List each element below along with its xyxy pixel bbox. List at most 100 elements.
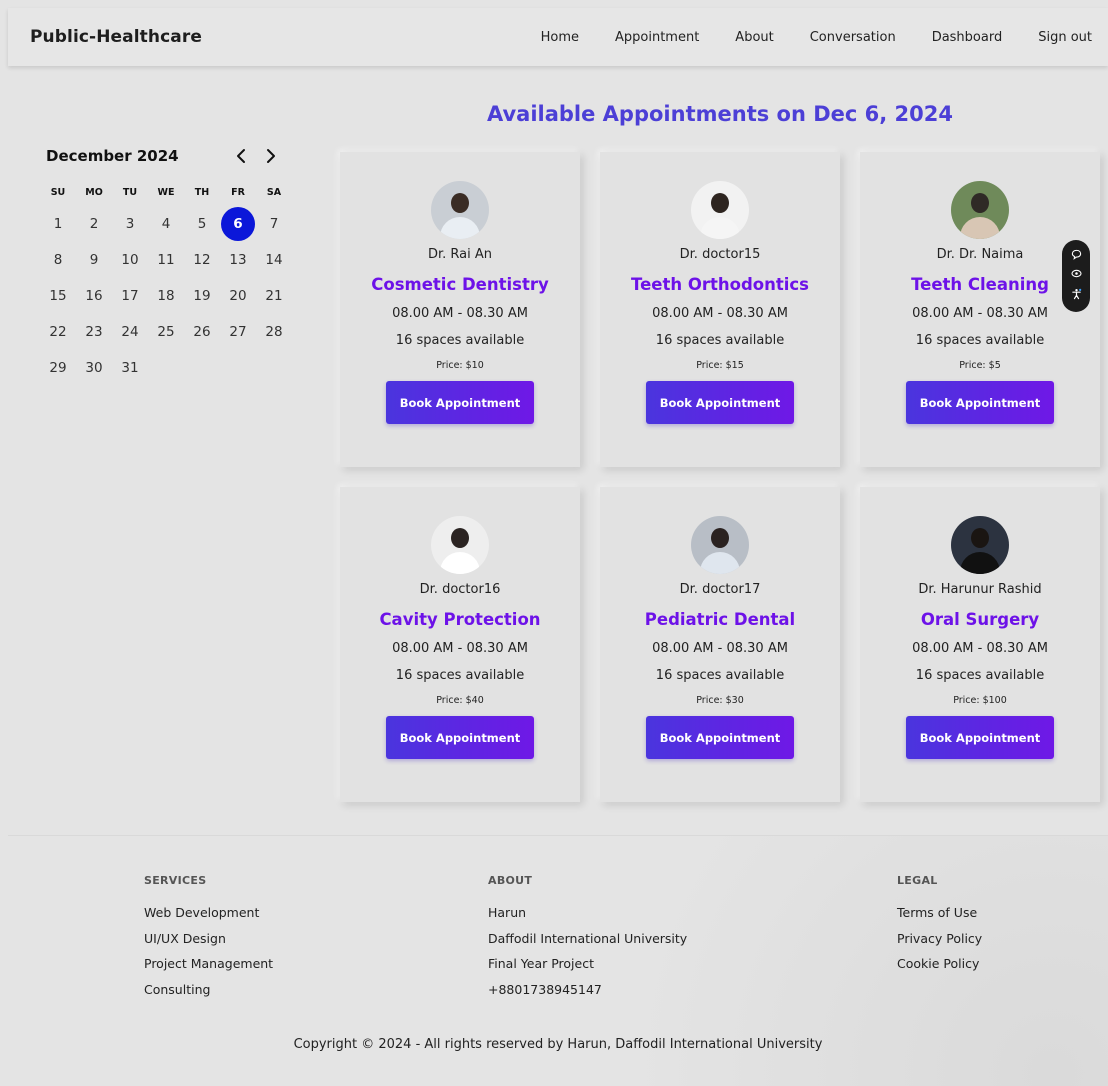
doctor-name: Dr. Rai An (427, 247, 493, 262)
calendar-day[interactable]: 31 (112, 350, 148, 386)
calendar-day-number: 4 (161, 216, 171, 232)
book-appointment-button[interactable]: Book Appointment (906, 716, 1054, 759)
calendar-month-title: December 2024 (46, 147, 179, 165)
accessibility-icon[interactable] (1071, 288, 1082, 303)
footer-link[interactable]: Privacy Policy (897, 931, 982, 957)
footer-link[interactable]: +8801738945147 (488, 982, 687, 1008)
calendar-day-number: 22 (49, 324, 67, 340)
book-appointment-button[interactable]: Book Appointment (386, 716, 534, 759)
nav-link-conversation[interactable]: Conversation (792, 30, 914, 45)
specialty-title: Cosmetic Dentistry (371, 275, 549, 294)
calendar-day-number: 29 (49, 360, 67, 376)
appointment-card: Dr. Rai An Cosmetic Dentistry 08.00 AM - 0… (340, 152, 580, 467)
footer-about: ABOUT Harun Daffodil International Unive… (488, 874, 687, 1007)
calendar-day[interactable]: 23 (76, 314, 112, 350)
footer-link[interactable]: UI/UX Design (144, 931, 273, 957)
footer-link[interactable]: Cookie Policy (897, 956, 982, 982)
appointment-card: Dr. doctor16 Cavity Protection 08.00 AM - … (340, 487, 580, 802)
calendar-day[interactable]: 14 (256, 242, 292, 278)
nav-link-about[interactable]: About (717, 30, 791, 45)
calendar-day-number: 28 (265, 324, 283, 340)
calendar-day[interactable]: 29 (40, 350, 76, 386)
calendar-day[interactable]: 3 (112, 206, 148, 242)
footer-link[interactable]: Project Management (144, 956, 273, 982)
brand-logo[interactable]: Public-Healthcare (30, 27, 202, 47)
eye-icon[interactable] (1070, 269, 1082, 281)
spaces-available: 16 spaces available (915, 333, 1045, 348)
avatar-head-shape (451, 528, 469, 548)
footer-about-heading: ABOUT (488, 874, 533, 887)
calendar-day[interactable]: 2 (76, 206, 112, 242)
calendar-day-number: 25 (157, 324, 175, 340)
calendar-day[interactable]: 6 (220, 206, 256, 242)
calendar-day[interactable]: 7 (256, 206, 292, 242)
calendar-day[interactable]: 27 (220, 314, 256, 350)
chat-icon[interactable] (1071, 249, 1082, 263)
avatar-head-shape (971, 528, 989, 548)
calendar-day[interactable]: 22 (40, 314, 76, 350)
calendar-day[interactable]: 10 (112, 242, 148, 278)
doctor-name: Dr. Harunur Rashid (918, 582, 1042, 597)
footer-link[interactable]: Consulting (144, 982, 273, 1008)
calendar-day[interactable]: 9 (76, 242, 112, 278)
calendar-day[interactable]: 15 (40, 278, 76, 314)
footer-link[interactable]: Final Year Project (488, 956, 687, 982)
weekday-label: WE (157, 186, 175, 198)
avatar-head-shape (451, 193, 469, 213)
price-label: Price: $10 (436, 360, 484, 371)
calendar-day[interactable]: 18 (148, 278, 184, 314)
calendar-day-number: 19 (193, 288, 211, 304)
navbar: Public-Healthcare Home Appointment About… (8, 8, 1108, 66)
calendar-day[interactable]: 13 (220, 242, 256, 278)
price-label: Price: $40 (436, 695, 484, 706)
chevron-right-icon[interactable] (256, 141, 286, 171)
appointment-time: 08.00 AM - 08.30 AM (392, 641, 528, 656)
calendar-day-number: 21 (265, 288, 283, 304)
appointment-card: Dr. Harunur Rashid Oral Surgery 08.00 AM -… (860, 487, 1100, 802)
calendar-day[interactable]: 26 (184, 314, 220, 350)
appointment-card: Dr. doctor17 Pediatric Dental 08.00 AM - 0… (600, 487, 840, 802)
calendar-day[interactable]: 25 (148, 314, 184, 350)
nav-link-sign-out[interactable]: Sign out (1020, 30, 1092, 45)
book-appointment-button[interactable]: Book Appointment (646, 381, 794, 424)
nav-link-dashboard[interactable]: Dashboard (914, 30, 1021, 45)
appointment-cards: Dr. Rai An Cosmetic Dentistry 08.00 AM - 0… (340, 152, 1100, 802)
spaces-available: 16 spaces available (655, 668, 785, 683)
calendar-day[interactable]: 17 (112, 278, 148, 314)
calendar-day[interactable]: 30 (76, 350, 112, 386)
avatar-body-shape (700, 217, 740, 239)
calendar-day[interactable]: 5 (184, 206, 220, 242)
spaces-available: 16 spaces available (395, 668, 525, 683)
nav-link-home[interactable]: Home (523, 30, 597, 45)
doctor-name: Dr. doctor17 (679, 582, 761, 597)
page-title: Available Appointments on Dec 6, 2024 (486, 102, 954, 126)
price-label: Price: $15 (696, 360, 744, 371)
calendar-day[interactable]: 20 (220, 278, 256, 314)
footer-link[interactable]: Terms of Use (897, 905, 982, 931)
calendar-day[interactable]: 21 (256, 278, 292, 314)
nav-link-appointment[interactable]: Appointment (597, 30, 717, 45)
calendar-day[interactable]: 16 (76, 278, 112, 314)
avatar-body-shape (440, 552, 480, 574)
footer-link[interactable]: Web Development (144, 905, 273, 931)
weekday-label: SU (50, 186, 66, 198)
book-appointment-button[interactable]: Book Appointment (386, 381, 534, 424)
appointment-card: Dr. doctor15 Teeth Orthodontics 08.00 AM -… (600, 152, 840, 467)
footer-link[interactable]: Harun (488, 905, 687, 931)
calendar-day[interactable]: 12 (184, 242, 220, 278)
book-appointment-button[interactable]: Book Appointment (906, 381, 1054, 424)
footer-link[interactable]: Daffodil International University (488, 931, 687, 957)
calendar-day[interactable]: 19 (184, 278, 220, 314)
calendar-day[interactable]: 1 (40, 206, 76, 242)
calendar-day[interactable]: 28 (256, 314, 292, 350)
appointment-time: 08.00 AM - 08.30 AM (392, 306, 528, 321)
chevron-left-icon[interactable] (226, 141, 256, 171)
floating-widget (1062, 240, 1090, 312)
appointment-time: 08.00 AM - 08.30 AM (912, 641, 1048, 656)
book-appointment-button[interactable]: Book Appointment (646, 716, 794, 759)
calendar-day[interactable]: 8 (40, 242, 76, 278)
doctor-avatar (431, 516, 489, 574)
calendar-day[interactable]: 24 (112, 314, 148, 350)
calendar-day[interactable]: 11 (148, 242, 184, 278)
calendar-day[interactable]: 4 (148, 206, 184, 242)
